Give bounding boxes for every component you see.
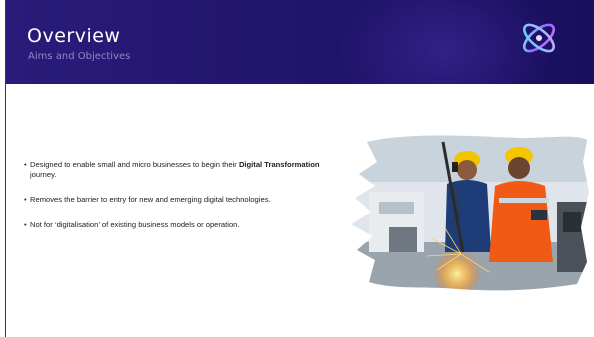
bullet-item: Removes the barrier to entry for new and… bbox=[24, 195, 344, 205]
bullet-item: Designed to enable small and micro busin… bbox=[24, 160, 344, 180]
bullet-item: Not for ‘digitalisation’ of existing bus… bbox=[24, 220, 344, 230]
orbit-swirl-logo-icon bbox=[522, 23, 556, 53]
industrial-workers-photo bbox=[351, 135, 589, 291]
bullet-text: Removes the barrier to entry for new and… bbox=[30, 195, 271, 204]
slide: Overview Aims and Objectives Designed to… bbox=[0, 0, 594, 337]
bullet-bold-text: Digital Transformation bbox=[238, 160, 320, 169]
slide-subtitle: Aims and Objectives bbox=[28, 51, 131, 62]
slide-header-banner: Overview Aims and Objectives bbox=[6, 0, 594, 84]
bullet-list: Designed to enable small and micro busin… bbox=[24, 160, 344, 245]
bullet-text: Not for ‘digitalisation’ of existing bus… bbox=[30, 220, 240, 229]
bullet-text-end: journey. bbox=[30, 170, 57, 179]
bullet-text: Designed to enable small and micro busin… bbox=[30, 160, 239, 169]
slide-title: Overview bbox=[27, 25, 121, 47]
